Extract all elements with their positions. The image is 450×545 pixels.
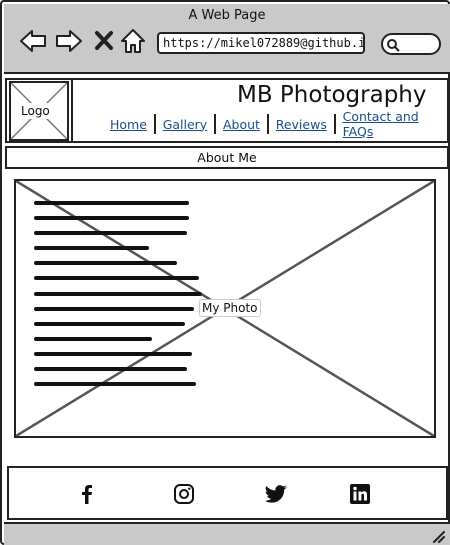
instagram-link[interactable] <box>172 482 196 506</box>
nav-contact[interactable]: Contact and FAQs <box>336 109 447 139</box>
text-line <box>34 321 185 326</box>
nav-reviews[interactable]: Reviews <box>269 117 334 132</box>
twitter-icon <box>265 485 287 503</box>
facebook-link[interactable] <box>75 482 99 506</box>
photo-label: My Photo <box>199 299 261 317</box>
text-line <box>34 261 177 266</box>
close-icon <box>95 31 113 50</box>
nav-home[interactable]: Home <box>103 117 154 132</box>
back-button[interactable] <box>18 26 48 56</box>
twitter-link[interactable] <box>264 482 288 506</box>
logo-placeholder[interactable]: Logo <box>9 81 69 141</box>
instagram-icon <box>174 484 194 504</box>
forward-arrow-icon <box>56 30 82 52</box>
text-line <box>34 216 189 221</box>
text-line <box>34 231 187 236</box>
header-divider <box>71 80 73 141</box>
text-line <box>34 351 192 356</box>
forward-button[interactable] <box>54 26 84 56</box>
placeholder-text <box>34 201 209 397</box>
site-header: Logo MB Photography Home Gallery About R… <box>5 78 449 143</box>
browser-window: A Web Page https://mikel072889@github.io… <box>0 0 450 545</box>
resize-grip-icon[interactable] <box>431 529 445 543</box>
site-footer <box>7 466 448 520</box>
main-nav: Home Gallery About Reviews Contact and F… <box>103 109 447 139</box>
text-line <box>34 276 199 281</box>
address-bar[interactable]: https://mikel072889@github.io/m <box>157 32 365 54</box>
site-brand: MB Photography <box>237 82 427 108</box>
window-title: A Web Page <box>188 8 266 23</box>
text-line <box>34 336 152 341</box>
facebook-icon <box>82 485 92 504</box>
back-arrow-icon <box>20 30 46 52</box>
browser-chrome: A Web Page https://mikel072889@github.io… <box>4 4 450 74</box>
linkedin-link[interactable] <box>348 482 372 506</box>
stop-button[interactable] <box>90 26 120 56</box>
photo-placeholder: My Photo <box>14 179 436 438</box>
home-button[interactable] <box>118 26 148 56</box>
nav-gallery[interactable]: Gallery <box>156 117 215 132</box>
search-box[interactable] <box>381 33 441 55</box>
home-icon <box>121 29 145 53</box>
search-icon <box>387 39 400 52</box>
nav-about[interactable]: About <box>216 117 267 132</box>
about-heading: About Me <box>5 146 449 169</box>
linkedin-icon <box>350 484 370 504</box>
text-line <box>34 382 196 387</box>
text-line <box>34 291 202 296</box>
text-line <box>34 246 149 251</box>
text-line <box>34 201 189 205</box>
logo-label: Logo <box>19 103 52 119</box>
text-line <box>34 367 187 372</box>
text-line <box>34 306 194 311</box>
status-bar <box>4 522 450 545</box>
